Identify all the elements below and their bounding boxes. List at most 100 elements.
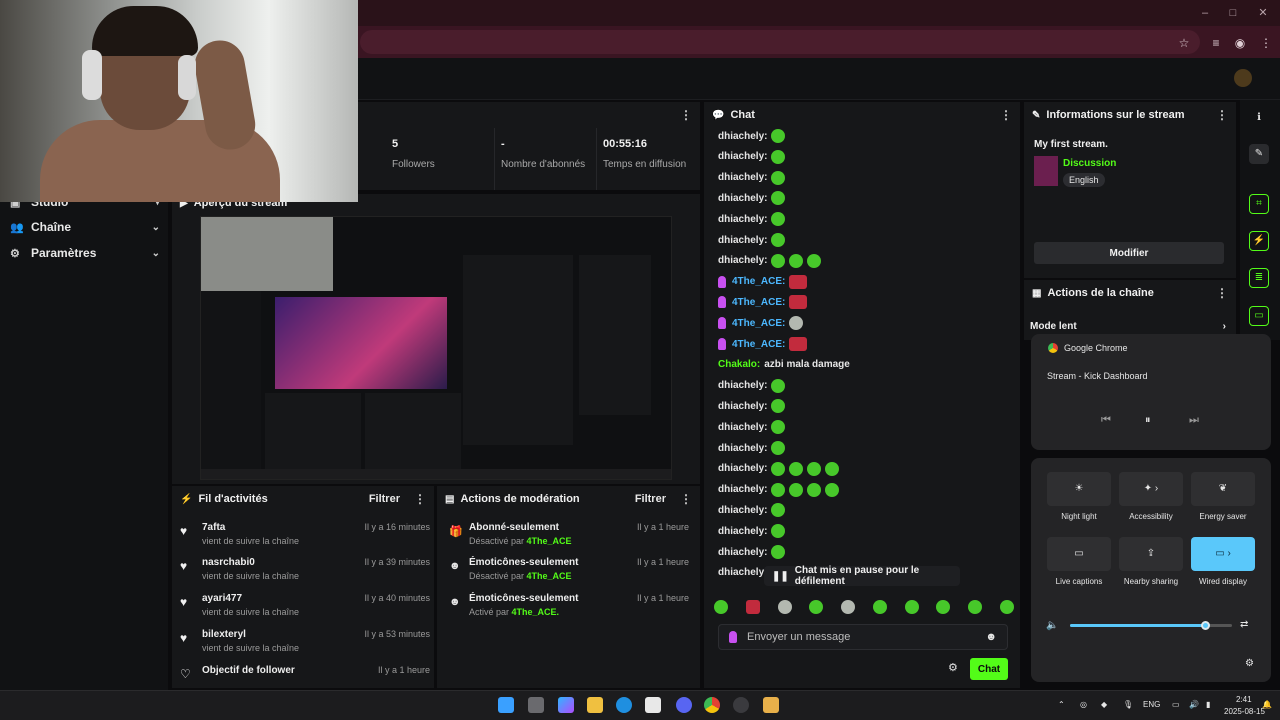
chat-username[interactable]: dhiachely: bbox=[718, 567, 767, 578]
clock-date[interactable]: 2025-08-15 bbox=[1224, 707, 1265, 716]
maximize-icon[interactable]: □ bbox=[1226, 6, 1240, 20]
tray-icon[interactable]: ◎ bbox=[1080, 700, 1087, 709]
chat-settings-icon[interactable]: ⚙ bbox=[948, 661, 958, 674]
clock-time[interactable]: 2:41 bbox=[1236, 695, 1252, 704]
emote-button[interactable] bbox=[809, 600, 824, 614]
settings-icon[interactable]: ⚙ bbox=[1245, 658, 1254, 669]
emote-button[interactable] bbox=[999, 600, 1014, 614]
address-bar[interactable] bbox=[360, 30, 1200, 54]
more-icon[interactable]: ⋮ bbox=[1216, 286, 1228, 300]
emote-button[interactable] bbox=[968, 600, 983, 614]
chat-username[interactable]: dhiachely: bbox=[718, 443, 767, 454]
pause-icon[interactable]: ⏸ bbox=[1145, 414, 1151, 427]
chat-username[interactable]: dhiachely: bbox=[718, 422, 767, 433]
emote-button[interactable] bbox=[714, 600, 728, 614]
chat-username[interactable]: dhiachely: bbox=[718, 380, 767, 391]
previous-track-icon[interactable]: ⏮ bbox=[1101, 414, 1111, 427]
chat-username[interactable]: Chakalo: bbox=[718, 359, 760, 370]
info-icon[interactable]: ℹ bbox=[1249, 108, 1269, 128]
emote-button[interactable] bbox=[841, 600, 856, 614]
feed-filter-button[interactable]: Filtrer bbox=[369, 493, 400, 505]
audio-output-icon[interactable]: ⇄ bbox=[1240, 619, 1248, 630]
chat-username[interactable]: dhiachely: bbox=[718, 131, 767, 142]
edit-stream-button[interactable]: Modifier bbox=[1034, 242, 1224, 264]
chat-username[interactable]: 4The_ACE: bbox=[732, 297, 785, 308]
emoji-icon[interactable]: ☻ bbox=[985, 631, 997, 643]
stream-category[interactable]: Discussion bbox=[1063, 158, 1116, 169]
chat-username[interactable]: 4The_ACE: bbox=[732, 339, 785, 350]
chat-username[interactable]: dhiachely: bbox=[718, 151, 767, 162]
close-icon[interactable]: ✕ bbox=[1256, 6, 1270, 20]
windows-start-icon[interactable] bbox=[498, 697, 514, 713]
minimize-icon[interactable]: – bbox=[1198, 6, 1212, 20]
chevron-up-icon[interactable]: ⌃ bbox=[1058, 700, 1065, 709]
chat-username[interactable]: dhiachely: bbox=[718, 235, 767, 246]
chat-username[interactable]: dhiachely: bbox=[718, 505, 767, 516]
file-explorer-icon[interactable] bbox=[587, 697, 603, 713]
pencil-icon[interactable]: ✎ bbox=[1249, 144, 1269, 164]
scan-icon[interactable]: ⌗ bbox=[1249, 194, 1269, 214]
volume-slider-handle[interactable] bbox=[1201, 621, 1211, 630]
volume-icon[interactable]: 🔊 bbox=[1189, 700, 1199, 709]
chat-username[interactable]: dhiachely: bbox=[718, 401, 767, 412]
bolt-icon[interactable]: ⚡ bbox=[1249, 231, 1269, 251]
sidebar-item-parametres[interactable]: ⚙ Paramètres ⌄ bbox=[10, 243, 160, 263]
network-icon[interactable]: ▭ bbox=[1172, 700, 1180, 709]
more-icon[interactable]: ⋮ bbox=[680, 108, 692, 122]
chat-username[interactable]: dhiachely: bbox=[718, 484, 767, 495]
bookmark-star-icon[interactable]: ☆ bbox=[1176, 35, 1192, 51]
chat-username[interactable]: 4The_ACE: bbox=[732, 276, 785, 287]
task-view-icon[interactable] bbox=[528, 697, 544, 713]
chat-username[interactable]: dhiachely: bbox=[718, 526, 767, 537]
more-icon[interactable]: ⋮ bbox=[1216, 108, 1228, 122]
store-icon[interactable] bbox=[645, 697, 661, 713]
obs-icon[interactable] bbox=[733, 697, 749, 713]
quick-setting-tile[interactable]: ❦ bbox=[1191, 472, 1255, 506]
sidebar-item-chaine[interactable]: 👥 Chaîne ⌄ bbox=[10, 217, 160, 237]
chat-message-input[interactable] bbox=[747, 631, 986, 643]
chat-paused-notice[interactable]: ❚❚ Chat mis en pause pour le défilement bbox=[764, 565, 960, 587]
chat-username[interactable]: dhiachely: bbox=[718, 172, 767, 183]
edge-icon[interactable] bbox=[616, 697, 632, 713]
chat-username[interactable]: dhiachely: bbox=[718, 255, 767, 266]
avatar[interactable] bbox=[1234, 69, 1252, 87]
slow-mode-action[interactable]: Mode lent › bbox=[1030, 318, 1226, 334]
speaker-icon[interactable]: 🔈 bbox=[1046, 620, 1058, 631]
chat-input-box[interactable]: ☻ bbox=[718, 624, 1008, 650]
quick-setting-tile[interactable]: ▭ bbox=[1047, 537, 1111, 571]
more-icon[interactable]: ⋮ bbox=[1000, 108, 1012, 122]
browser-menu-icon[interactable]: ⋮ bbox=[1258, 35, 1274, 51]
chat-username[interactable]: dhiachely: bbox=[718, 463, 767, 474]
chat-username[interactable]: dhiachely: bbox=[718, 547, 767, 558]
discord-icon[interactable] bbox=[676, 697, 692, 713]
chat-username[interactable]: 4The_ACE: bbox=[732, 318, 785, 329]
chat-username[interactable]: dhiachely: bbox=[718, 214, 767, 225]
more-icon[interactable]: ⋮ bbox=[414, 492, 426, 506]
stream-preview-video[interactable] bbox=[200, 216, 672, 480]
notification-icon[interactable]: 🔔 bbox=[1262, 700, 1272, 709]
copilot-icon[interactable] bbox=[558, 697, 574, 713]
next-track-icon[interactable]: ⏭ bbox=[1189, 414, 1199, 427]
app-icon[interactable] bbox=[763, 697, 779, 713]
emote-button[interactable] bbox=[777, 600, 792, 614]
emote-button[interactable] bbox=[872, 600, 887, 614]
emote-button[interactable] bbox=[745, 600, 760, 614]
battery-icon[interactable]: ▮ bbox=[1206, 700, 1210, 709]
chat-bubble-icon[interactable]: ▭ bbox=[1249, 306, 1269, 326]
tray-icon[interactable]: ◆ bbox=[1101, 700, 1107, 709]
chat-username[interactable]: dhiachely: bbox=[718, 193, 767, 204]
quick-setting-tile[interactable]: ▭ › bbox=[1191, 537, 1255, 571]
emote-button[interactable] bbox=[904, 600, 919, 614]
emote-button[interactable] bbox=[936, 600, 951, 614]
profile-icon[interactable]: ◉ bbox=[1232, 35, 1248, 51]
quick-setting-tile[interactable]: ✦ › bbox=[1119, 472, 1183, 506]
microphone-icon[interactable]: 🎙 bbox=[1123, 700, 1133, 709]
quick-setting-tile[interactable]: ☀ bbox=[1047, 472, 1111, 506]
language-indicator[interactable]: ENG bbox=[1143, 700, 1160, 709]
quick-setting-tile[interactable]: ⇪ bbox=[1119, 537, 1183, 571]
moderation-filter-button[interactable]: Filtrer bbox=[635, 493, 666, 505]
chrome-icon[interactable] bbox=[704, 697, 720, 713]
more-icon[interactable]: ⋮ bbox=[680, 492, 692, 506]
list-icon[interactable]: ≣ bbox=[1249, 268, 1269, 288]
media-control-icon[interactable]: ≡ bbox=[1208, 35, 1224, 51]
